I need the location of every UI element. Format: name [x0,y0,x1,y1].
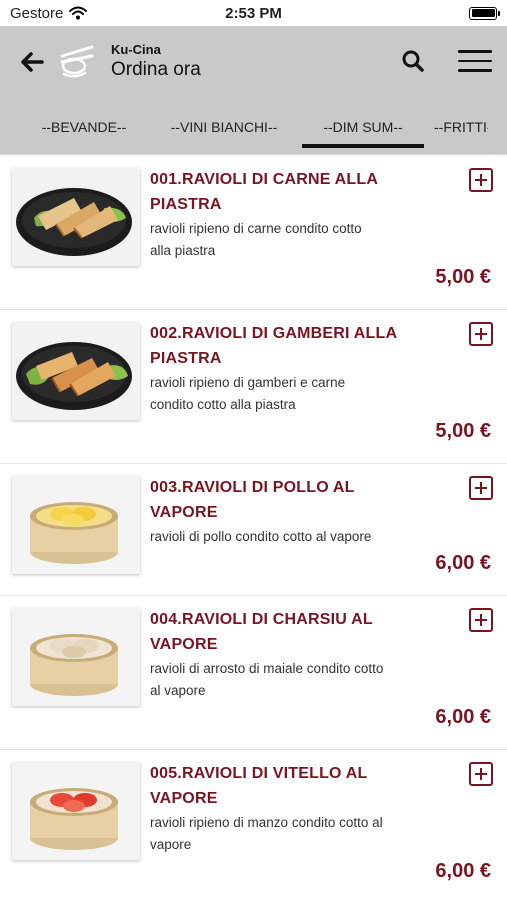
menu-item-002[interactable]: 002.RAVIOLI DI GAMBERI ALLA PIASTRA ravi… [0,310,507,464]
tab-vini-bianchi[interactable]: --VINI BIANCHI-- [158,104,290,150]
add-to-cart-button[interactable] [469,608,493,632]
search-icon [402,50,424,72]
item-name: 003.RAVIOLI DI POLLO AL VAPORE [150,475,440,525]
item-name: 001.RAVIOLI DI CARNE ALLA PIASTRA [150,167,440,217]
tab-dim-sum[interactable]: --DIM SUM-- [302,104,424,150]
brand-name: Ku-Cina [111,42,161,57]
add-to-cart-button[interactable] [469,168,493,192]
item-desc-line: alla piastra [150,243,216,258]
item-desc-line: condito cotto alla piastra [150,397,296,412]
add-to-cart-button[interactable] [469,476,493,500]
item-price: 6,00 € [435,860,491,882]
item-name-line: 002.RAVIOLI DI GAMBERI ALLA [150,325,398,342]
fried-dumplings-image [12,322,140,420]
item-price: 5,00 € [435,266,491,288]
item-desc-line: ravioli di pollo condito cotto al vapore [150,529,372,544]
tab-bevande[interactable]: --BEVANDE-- [22,104,146,150]
item-name-line: 003.RAVIOLI DI POLLO AL [150,479,355,496]
category-tabs: --BEVANDE-- --VINI BIANCHI-- --DIM SUM--… [0,104,507,150]
add-to-cart-button[interactable] [469,322,493,346]
app-header: Ku-Cina Ordina ora --BEVANDE-- --VINI BI… [0,26,507,153]
item-price: 6,00 € [435,706,491,728]
back-button[interactable] [16,46,48,78]
page-title: Ordina ora [111,59,201,80]
menu-item-005[interactable]: 005.RAVIOLI DI VITELLO AL VAPORE ravioli… [0,750,507,900]
chopsticks-logo-icon [60,45,94,78]
item-description: ravioli ripieno di gamberi e carne condi… [150,372,400,416]
item-name: 004.RAVIOLI DI CHARSIU AL VAPORE [150,607,440,657]
item-name-line: VAPORE [150,636,218,653]
status-left: Gestore [10,4,88,22]
item-description: ravioli di arrosto di maiale condito cot… [150,658,400,702]
fried-dumplings-image [12,168,140,266]
wifi-icon [69,6,88,20]
menu-item-001[interactable]: 001.RAVIOLI DI CARNE ALLA PIASTRA raviol… [0,156,507,310]
item-price: 5,00 € [435,420,491,442]
steamed-dumplings-image [12,476,140,574]
arrow-left-icon [21,52,44,72]
item-price: 6,00 € [435,552,491,574]
menu-bar [458,50,492,53]
item-name: 002.RAVIOLI DI GAMBERI ALLA PIASTRA [150,321,440,371]
item-desc-line: ravioli ripieno di gamberi e carne [150,375,346,390]
item-name-line: PIASTRA [150,350,222,367]
item-name-line: 001.RAVIOLI DI CARNE ALLA [150,171,379,188]
item-description: ravioli di pollo condito cotto al vapore [150,526,400,548]
steamed-dumplings-image [12,608,140,706]
status-bar: Gestore 2:53 PM [0,0,507,26]
item-desc-line: ravioli di arrosto di maiale condito cot… [150,661,384,676]
item-desc-line: ravioli ripieno di carne condito cotto [150,221,362,236]
item-desc-line: ravioli ripieno di manzo condito cotto a… [150,815,383,830]
item-name-line: PIASTRA [150,196,222,213]
menu-bar [458,59,492,63]
carrier-label: Gestore [10,4,64,22]
item-name-line: 005.RAVIOLI DI VITELLO AL [150,765,368,782]
item-description: ravioli ripieno di carne condito cotto a… [150,218,400,262]
tab-fritti[interactable]: --FRITTI-- [434,104,488,150]
add-to-cart-button[interactable] [469,762,493,786]
menu-bar [458,69,492,72]
tab-fritti-label: --FRITTI-- [434,119,488,135]
item-name-line: VAPORE [150,790,218,807]
item-name-line: VAPORE [150,504,218,521]
item-name-line: 004.RAVIOLI DI CHARSIU AL [150,611,373,628]
item-description: ravioli ripieno di manzo condito cotto a… [150,812,400,856]
steamed-dumplings-image [12,762,140,860]
menu-item-004[interactable]: 004.RAVIOLI DI CHARSIU AL VAPORE ravioli… [0,596,507,750]
menu-item-003[interactable]: 003.RAVIOLI DI POLLO AL VAPORE ravioli d… [0,464,507,596]
item-desc-line: vapore [150,837,192,852]
item-desc-line: al vapore [150,683,206,698]
hamburger-menu-button[interactable] [458,44,492,78]
item-name: 005.RAVIOLI DI VITELLO AL VAPORE [150,761,440,811]
battery-icon [469,6,500,20]
menu-item-list: 001.RAVIOLI DI CARNE ALLA PIASTRA raviol… [0,156,507,900]
search-button[interactable] [398,46,428,76]
